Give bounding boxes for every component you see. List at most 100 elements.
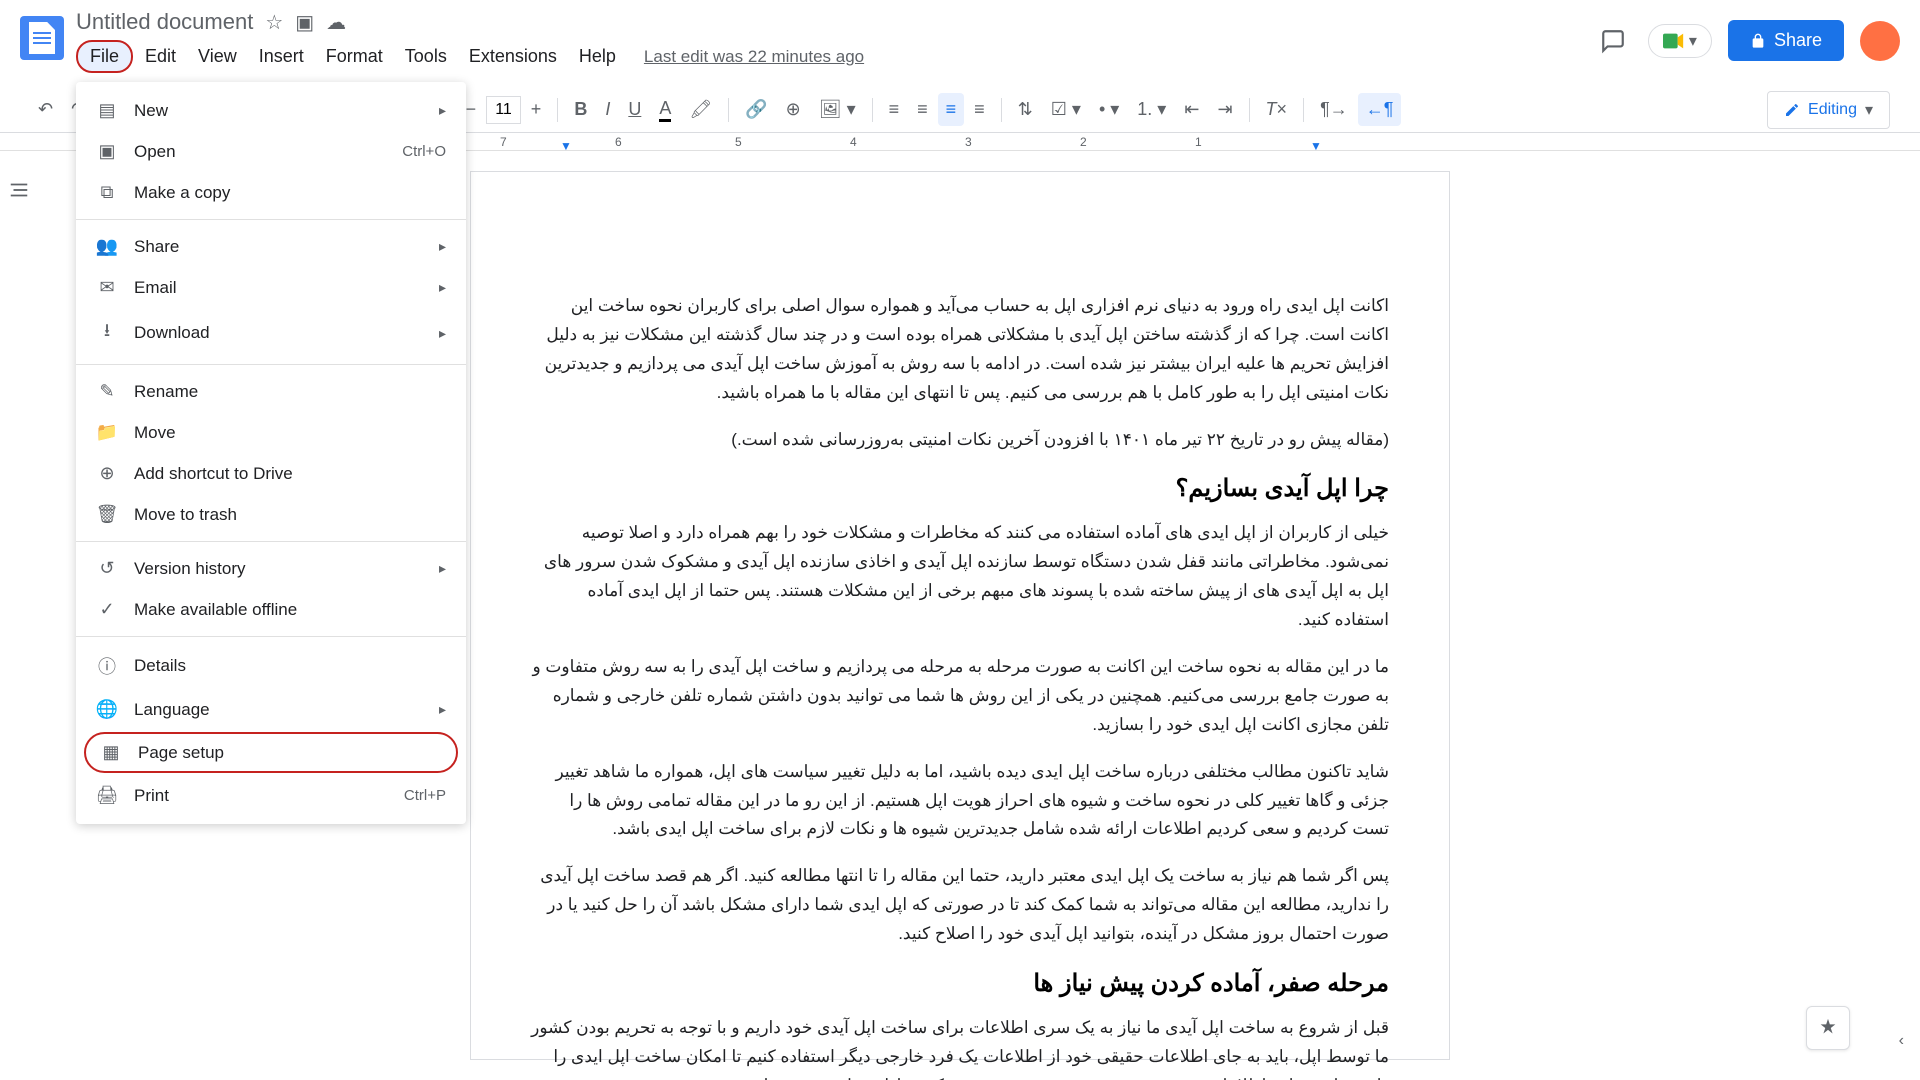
menu-item-new[interactable]: ▤ New ▸ (76, 90, 466, 131)
menubar: File Edit View Insert Format Tools Exten… (76, 40, 1594, 73)
menu-item-label: Open (134, 142, 386, 162)
menu-item-label: Details (134, 656, 446, 676)
menu-item-icon: ✎ (96, 381, 118, 402)
align-center-button[interactable]: ≡ (909, 93, 936, 126)
bullet-list-button[interactable]: • ▾ (1091, 93, 1127, 126)
italic-button[interactable]: I (597, 93, 618, 126)
menu-insert[interactable]: Insert (249, 40, 314, 73)
outline-icon[interactable] (0, 171, 60, 209)
menu-item-version-history[interactable]: ↺ Version history ▸ (76, 548, 466, 589)
comment-button[interactable]: ⊕ (778, 93, 809, 126)
menu-item-move[interactable]: 📁 Move (76, 412, 466, 453)
menu-item-language[interactable]: 🌐 Language ▸ (76, 689, 466, 730)
last-edit-link[interactable]: Last edit was 22 minutes ago (644, 47, 864, 67)
indent-dec-button[interactable]: ⇤ (1176, 93, 1207, 126)
submenu-arrow-icon: ▸ (439, 102, 446, 119)
menu-item-icon: ↺ (96, 558, 118, 579)
menu-file[interactable]: File (76, 40, 133, 73)
menu-item-icon: ⭳ (96, 318, 118, 348)
menu-item-print[interactable]: 🖨 Print Ctrl+P (76, 775, 466, 816)
menu-item-rename[interactable]: ✎ Rename (76, 371, 466, 412)
menu-separator (76, 541, 466, 542)
menu-view[interactable]: View (188, 40, 247, 73)
text-color-button[interactable]: A (651, 92, 679, 128)
menu-tools[interactable]: Tools (395, 40, 457, 73)
align-justify-button[interactable]: ≡ (966, 93, 993, 126)
bold-button[interactable]: B (566, 93, 595, 126)
menu-item-label: New (134, 101, 423, 121)
cloud-icon[interactable]: ☁ (326, 10, 346, 35)
menu-item-open[interactable]: ▣ Open Ctrl+O (76, 131, 466, 172)
document-title[interactable]: Untitled document (76, 9, 253, 35)
submenu-arrow-icon: ▸ (439, 560, 446, 577)
menu-item-icon: 👥 (96, 236, 118, 257)
menu-item-icon: ⧉ (96, 182, 118, 203)
line-spacing-button[interactable]: ⇅ (1010, 93, 1041, 126)
menu-item-icon: 📁 (96, 422, 118, 443)
menu-item-make-available-offline[interactable]: ✓ Make available offline (76, 589, 466, 630)
indent-inc-button[interactable]: ⇥ (1209, 93, 1240, 126)
menu-edit[interactable]: Edit (135, 40, 186, 73)
paragraph[interactable]: اکانت اپل ایدی راه ورود به دنیای نرم افز… (531, 292, 1389, 408)
submenu-arrow-icon: ▸ (439, 325, 446, 342)
heading[interactable]: چرا اپل آیدی بسازیم؟ (531, 474, 1389, 503)
move-icon[interactable]: ▣ (295, 10, 314, 35)
ltr-button[interactable]: ¶→ (1312, 93, 1356, 126)
menu-item-download[interactable]: ⭳ Download ▸ (76, 308, 466, 358)
menu-item-add-shortcut-to-drive[interactable]: ⊕ Add shortcut to Drive (76, 453, 466, 494)
menu-extensions[interactable]: Extensions (459, 40, 567, 73)
menu-item-label: Page setup (138, 743, 442, 763)
menu-item-label: Email (134, 278, 423, 298)
share-button[interactable]: Share (1728, 20, 1844, 61)
heading[interactable]: مرحله صفر، آماده کردن پیش نیاز ها (531, 969, 1389, 998)
menu-item-icon: 🗑 (96, 504, 118, 525)
user-avatar[interactable] (1860, 21, 1900, 61)
menu-item-email[interactable]: ✉ Email ▸ (76, 267, 466, 308)
checklist-button[interactable]: ☑ ▾ (1043, 93, 1089, 126)
paragraph[interactable]: پس اگر شما هم نیاز به ساخت یک اپل ایدی م… (531, 862, 1389, 949)
star-icon[interactable]: ☆ (265, 10, 283, 35)
menu-item-label: Download (134, 323, 423, 343)
paragraph[interactable]: شاید تاکنون مطالب مختلفی درباره ساخت اپل… (531, 758, 1389, 845)
align-left-button[interactable]: ≡ (881, 93, 908, 126)
menu-item-move-to-trash[interactable]: 🗑 Move to trash (76, 494, 466, 535)
rtl-button[interactable]: ←¶ (1358, 93, 1402, 126)
menu-item-label: Add shortcut to Drive (134, 464, 446, 484)
menu-item-label: Make a copy (134, 183, 446, 203)
underline-button[interactable]: U (620, 93, 649, 126)
align-right-button[interactable]: ≡ (938, 93, 965, 126)
menu-item-page-setup[interactable]: ▦ Page setup (84, 732, 458, 773)
undo-button[interactable]: ↶ (30, 93, 61, 126)
highlight-button[interactable]: 🖍 (681, 93, 720, 126)
docs-logo[interactable] (20, 16, 64, 60)
document-page[interactable]: اکانت اپل ایدی راه ورود به دنیای نرم افز… (470, 171, 1450, 1060)
paragraph[interactable]: ما در این مقاله به نحوه ساخت این اکانت ب… (531, 653, 1389, 740)
link-button[interactable]: 🔗 (737, 93, 775, 126)
menu-item-shortcut: Ctrl+O (402, 143, 446, 160)
menu-item-share[interactable]: 👥 Share ▸ (76, 226, 466, 267)
editing-mode-button[interactable]: Editing ▾ (1767, 91, 1890, 129)
menu-help[interactable]: Help (569, 40, 626, 73)
explore-button[interactable] (1806, 1006, 1850, 1050)
menu-item-icon: ✉ (96, 277, 118, 298)
image-button[interactable]: 🖼 ▾ (811, 93, 864, 126)
paragraph[interactable]: (مقاله پیش رو در تاریخ ۲۲ تیر ماه ۱۴۰۱ ب… (531, 426, 1389, 455)
font-size-input[interactable]: 11 (486, 96, 521, 124)
menu-item-details[interactable]: ⓘ Details (76, 643, 466, 689)
font-size-inc[interactable]: + (523, 93, 550, 126)
clear-format-button[interactable]: T× (1258, 93, 1296, 126)
paragraph[interactable]: قبل از شروع به ساخت اپل آیدی ما نیاز به … (531, 1014, 1389, 1080)
menu-format[interactable]: Format (316, 40, 393, 73)
menu-item-label: Print (134, 786, 388, 806)
menu-item-shortcut: Ctrl+P (404, 787, 446, 804)
meet-button[interactable]: ▾ (1648, 24, 1712, 58)
menu-item-label: Move (134, 423, 446, 443)
menu-item-icon: 🌐 (96, 699, 118, 720)
paragraph[interactable]: خیلی از کاربران از اپل ایدی های آماده اس… (531, 519, 1389, 635)
number-list-button[interactable]: 1. ▾ (1129, 93, 1174, 126)
comments-icon[interactable] (1594, 22, 1632, 60)
submenu-arrow-icon: ▸ (439, 279, 446, 296)
menu-item-make-a-copy[interactable]: ⧉ Make a copy (76, 172, 466, 213)
menu-separator (76, 364, 466, 365)
chevron-left-icon[interactable]: ‹ (1899, 1032, 1904, 1050)
